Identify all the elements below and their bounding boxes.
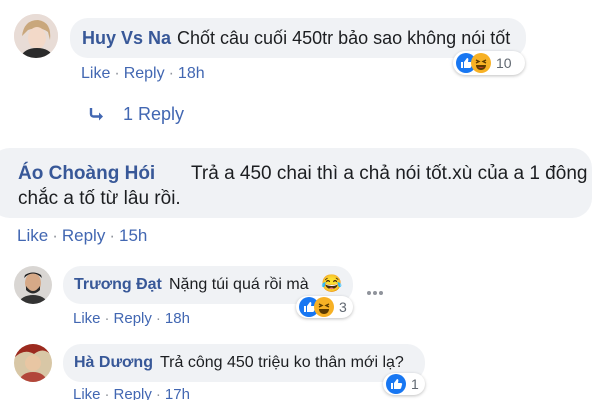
reaction-count: 1 bbox=[411, 376, 419, 392]
separator-dot: · bbox=[104, 310, 110, 327]
reply-button[interactable]: Reply bbox=[114, 386, 152, 400]
comment-actions: Like · Reply · 15h bbox=[17, 226, 147, 246]
comment-text: Chốt câu cuối 450tr bảo sao không nói tố… bbox=[177, 28, 511, 48]
like-button[interactable]: Like bbox=[81, 65, 110, 82]
comment-author[interactable]: Huy Vs Na bbox=[82, 28, 171, 49]
comment-timestamp[interactable]: 18h bbox=[165, 310, 190, 327]
reply-button[interactable]: Reply bbox=[62, 226, 105, 245]
reply-arrow-icon bbox=[88, 105, 106, 123]
comment-author[interactable]: Trương Đạt bbox=[74, 276, 162, 294]
comment-author[interactable]: Áo Choàng Hói bbox=[18, 163, 155, 185]
separator-dot: · bbox=[155, 310, 161, 327]
reply-button[interactable]: Reply bbox=[124, 65, 165, 82]
comment-bubble: Áo Choàng Hói Trả a 450 chai thì a chả n… bbox=[0, 148, 592, 218]
reaction-count: 3 bbox=[339, 299, 347, 315]
comment-timestamp[interactable]: 17h bbox=[165, 386, 190, 400]
user-avatar-icon bbox=[14, 344, 52, 382]
user-avatar-icon bbox=[14, 14, 58, 58]
comment-actions: Like · Reply · 17h bbox=[73, 386, 190, 400]
avatar[interactable] bbox=[14, 266, 52, 304]
avatar[interactable] bbox=[14, 14, 58, 58]
separator-dot: · bbox=[168, 65, 174, 82]
haha-icon bbox=[314, 297, 334, 317]
view-replies-label[interactable]: 1 Reply bbox=[123, 104, 184, 125]
comment-author[interactable]: Hà Dương bbox=[74, 354, 153, 372]
haha-icon bbox=[471, 53, 491, 73]
reaction-summary[interactable]: 10 bbox=[453, 51, 525, 75]
comment-text-line-2: chắc a tố từ lâu rồi. bbox=[18, 188, 181, 209]
like-button[interactable]: Like bbox=[17, 226, 48, 245]
comment-text: Nặng túi quá rồi mà bbox=[169, 276, 309, 293]
comment-timestamp[interactable]: 18h bbox=[178, 65, 205, 82]
user-avatar-icon bbox=[14, 266, 52, 304]
like-button[interactable]: Like bbox=[73, 310, 101, 327]
laughing-emoji: 😂 bbox=[321, 274, 343, 293]
separator-dot: · bbox=[109, 226, 115, 245]
avatar[interactable] bbox=[14, 344, 52, 382]
reaction-summary[interactable]: 1 bbox=[383, 373, 425, 395]
reaction-summary[interactable]: 3 bbox=[296, 296, 353, 318]
comment-bubble: Hà Dương Trả công 450 triệu ko thân mới … bbox=[63, 344, 425, 382]
comment-actions: Like · Reply · 18h bbox=[73, 310, 190, 327]
like-button[interactable]: Like bbox=[73, 386, 101, 400]
separator-dot: · bbox=[155, 386, 161, 400]
comment-text-line-1: Trả a 450 chai thì a chả nói tốt.xù của … bbox=[191, 163, 588, 184]
reaction-count: 10 bbox=[496, 55, 512, 71]
separator-dot: · bbox=[52, 226, 58, 245]
like-icon bbox=[386, 374, 406, 394]
comment-timestamp[interactable]: 15h bbox=[119, 226, 147, 245]
separator-dot: · bbox=[114, 65, 120, 82]
more-options-icon[interactable] bbox=[366, 283, 384, 295]
reply-button[interactable]: Reply bbox=[114, 310, 152, 327]
comment-text: Trả công 450 triệu ko thân mới lạ? bbox=[160, 354, 404, 371]
separator-dot: · bbox=[104, 386, 110, 400]
comment-actions: Like · Reply · 18h bbox=[81, 65, 205, 83]
